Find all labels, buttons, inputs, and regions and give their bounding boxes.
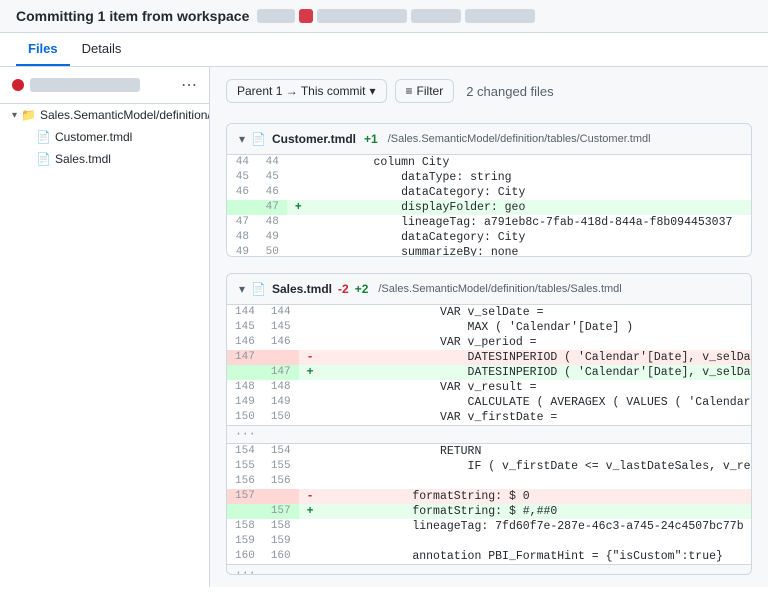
blur-pill-dot xyxy=(299,9,313,23)
table-row: 144 144 VAR v_selDate = xyxy=(227,305,752,320)
table-row: 49 50 summarizeBy: none xyxy=(227,245,751,257)
table-row: 159 159 xyxy=(227,534,752,549)
table-row: 158 158 lineageTag: 7fd60f7e-287e-46c3-a… xyxy=(227,519,752,534)
table-row: 150 150 VAR v_firstDate = xyxy=(227,410,752,426)
parent-commit-button[interactable]: Parent 1 → This commit ▾ xyxy=(226,79,387,103)
diff-area: Parent 1 → This commit ▾ ≡ Filter 2 chan… xyxy=(210,67,768,587)
repo-label xyxy=(30,78,140,93)
table-row: 48 49 dataCategory: City xyxy=(227,230,751,245)
sales-badge-del: -2 xyxy=(338,282,349,296)
blur-pill-1 xyxy=(257,9,295,23)
table-row: 149 149 CALCULATE ( AVERAGEX ( VALUES ( … xyxy=(227,395,752,410)
table-row: 154 154 RETURN xyxy=(227,444,752,460)
table-row: 145 145 MAX ( 'Calendar'[Date] ) xyxy=(227,320,752,335)
sidebar-file-sales-label: Sales.tmdl xyxy=(55,152,111,166)
sales-badge-add: +2 xyxy=(355,282,369,296)
chevron-down-icon-btn: ▾ xyxy=(369,84,375,98)
file-icon-customer: 📄 xyxy=(251,132,266,146)
page-header: Committing 1 item from workspace xyxy=(0,0,768,33)
table-row: 148 148 VAR v_result = xyxy=(227,380,752,395)
filter-button[interactable]: ≡ Filter xyxy=(395,79,455,103)
blur-pill-3 xyxy=(411,9,461,23)
file-icon: 📄 xyxy=(36,130,51,144)
blur-pill-2 xyxy=(317,9,407,23)
folder-icon: 📁 xyxy=(21,108,36,122)
file-icon-sales: 📄 xyxy=(251,282,266,296)
sales-diff-table-1: 144 144 VAR v_selDate = 145 145 MAX ( 'C… xyxy=(227,305,752,575)
table-row: 46 46 dataCategory: City xyxy=(227,185,751,200)
filter-icon: ≡ xyxy=(406,84,413,98)
filter-label: Filter xyxy=(417,84,444,98)
file-chevron-customer[interactable]: ▾ xyxy=(239,132,245,146)
table-row: 157 + formatString: $ #,##0 xyxy=(227,504,752,519)
table-row: 45 45 dataType: string xyxy=(227,170,751,185)
file-icon-2: 📄 xyxy=(36,152,51,166)
customer-filename: Customer.tmdl xyxy=(272,132,356,146)
table-row: 155 155 IF ( v_firstDate <= v_lastDateSa… xyxy=(227,459,752,474)
ellipsis-row: ··· xyxy=(227,426,752,444)
file-header-sales: ▾ 📄 Sales.tmdl -2 +2 /Sales.SemanticMode… xyxy=(227,274,751,305)
table-row: 160 160 annotation PBI_FormatHint = {"is… xyxy=(227,549,752,565)
tab-bar: Files Details xyxy=(0,33,768,67)
file-chevron-sales[interactable]: ▾ xyxy=(239,282,245,296)
ellipsis-row-bottom: ··· xyxy=(227,565,752,575)
changed-files-count: 2 changed files xyxy=(466,84,553,99)
tab-details[interactable]: Details xyxy=(70,33,134,66)
sidebar-file-sales[interactable]: 📄 Sales.tmdl xyxy=(0,148,209,170)
sales-filename: Sales.tmdl xyxy=(272,282,332,296)
table-row: 146 146 VAR v_period = xyxy=(227,335,752,350)
sidebar-repo-row: ⋯ xyxy=(0,67,209,104)
customer-path: /Sales.SemanticModel/definition/tables/C… xyxy=(388,133,651,145)
table-row: 157 - formatString: $ 0 xyxy=(227,489,752,504)
chevron-down-icon: ▾ xyxy=(12,110,17,121)
blur-pill-4 xyxy=(465,9,535,23)
customer-diff-table: 44 44 column City 45 45 dataType: string xyxy=(227,155,751,257)
table-row: 147 + DATESINPERIOD ( 'Calendar'[Date], … xyxy=(227,365,752,380)
file-block-customer: ▾ 📄 Customer.tmdl +1 /Sales.SemanticMode… xyxy=(226,123,752,257)
main-content: ⋯ ▾ 📁 Sales.SemanticModel/definition/ta.… xyxy=(0,67,768,587)
sidebar-folder-label: Sales.SemanticModel/definition/ta... xyxy=(40,108,210,122)
file-header-customer: ▾ 📄 Customer.tmdl +1 /Sales.SemanticMode… xyxy=(227,124,751,155)
header-subtitle xyxy=(257,9,535,23)
table-row: 47 + displayFolder: geo xyxy=(227,200,751,215)
page-title: Committing 1 item from workspace xyxy=(16,8,249,24)
file-block-sales: ▾ 📄 Sales.tmdl -2 +2 /Sales.SemanticMode… xyxy=(226,273,752,575)
sales-path: /Sales.SemanticModel/definition/tables/S… xyxy=(378,283,621,295)
parent-commit-label: Parent 1 → This commit xyxy=(237,84,365,98)
sidebar: ⋯ ▾ 📁 Sales.SemanticModel/definition/ta.… xyxy=(0,67,210,587)
sidebar-file-customer[interactable]: 📄 Customer.tmdl xyxy=(0,126,209,148)
sidebar-folder-root[interactable]: ▾ 📁 Sales.SemanticModel/definition/ta... xyxy=(0,104,209,126)
repo-dot xyxy=(12,79,24,91)
tab-files[interactable]: Files xyxy=(16,33,70,66)
table-row: 44 44 column City xyxy=(227,155,751,170)
repo-label-blur xyxy=(30,78,140,92)
repo-name-area xyxy=(12,78,140,93)
table-row: 147 - DATESINPERIOD ( 'Calendar'[Date], … xyxy=(227,350,752,365)
diff-toolbar: Parent 1 → This commit ▾ ≡ Filter 2 chan… xyxy=(226,79,752,103)
sidebar-more-button[interactable]: ⋯ xyxy=(181,75,197,95)
customer-badge: +1 xyxy=(364,132,378,146)
table-row: 156 156 xyxy=(227,474,752,489)
table-row: 47 48 lineageTag: a791eb8c-7fab-418d-844… xyxy=(227,215,751,230)
sidebar-file-customer-label: Customer.tmdl xyxy=(55,130,132,144)
